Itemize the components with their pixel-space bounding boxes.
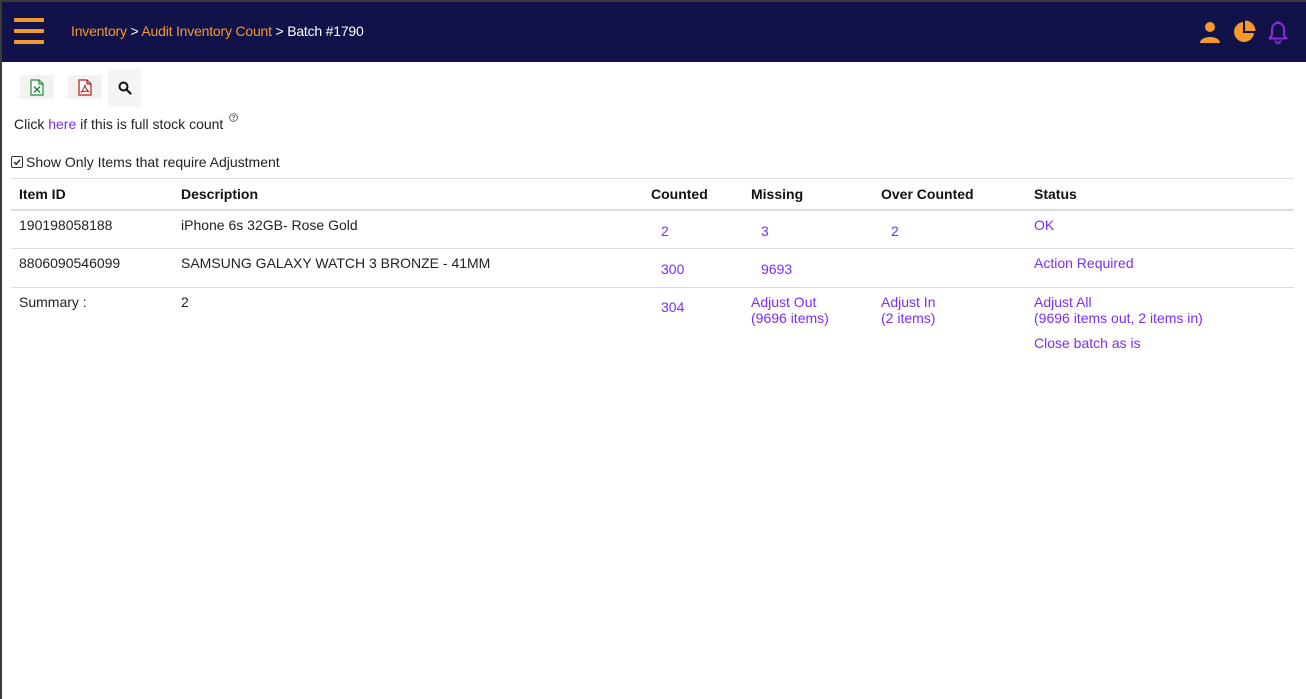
- counted-link[interactable]: 2: [651, 223, 669, 239]
- status-link[interactable]: OK: [1034, 217, 1054, 233]
- missing-link[interactable]: 3: [751, 223, 769, 239]
- column-header-over-counted[interactable]: Over Counted: [873, 178, 1026, 211]
- column-header-missing[interactable]: Missing: [743, 178, 873, 211]
- table-row: 190198058188 iPhone 6s 32GB- Rose Gold 2…: [11, 209, 1294, 249]
- adjust-out-cell: Adjust Out (9696 items): [743, 288, 873, 358]
- over-counted-cell: [873, 248, 1026, 288]
- item-id-cell: 8806090546099: [11, 248, 173, 288]
- full-stock-count-hint: Click here if this is full stock count: [14, 113, 239, 132]
- adjust-in-link[interactable]: Adjust In: [881, 294, 1018, 310]
- question-mark-icon[interactable]: [229, 113, 239, 122]
- breadcrumb-separator: >: [126, 23, 142, 39]
- adjustment-filter-checkbox[interactable]: [11, 156, 23, 168]
- full-stock-count-link[interactable]: here: [48, 116, 76, 132]
- item-id-cell: 190198058188: [11, 209, 173, 249]
- counted-cell: 2: [643, 209, 743, 249]
- summary-count: 2: [181, 294, 189, 310]
- checkmark-icon: [13, 159, 21, 166]
- adjust-in-detail[interactable]: (2 items): [881, 310, 1018, 326]
- column-header-counted[interactable]: Counted: [643, 178, 743, 211]
- summary-label: Summary :: [19, 294, 87, 310]
- missing-cell: 9693: [743, 248, 873, 288]
- adjust-in-cell: Adjust In (2 items): [873, 288, 1026, 358]
- status-link[interactable]: Action Required: [1034, 255, 1134, 271]
- search-button[interactable]: [108, 69, 142, 107]
- description-cell: SAMSUNG GALAXY WATCH 3 BRONZE - 41MM: [173, 248, 643, 288]
- breadcrumb-inventory[interactable]: Inventory: [71, 23, 127, 39]
- over-counted-link[interactable]: 2: [881, 223, 899, 239]
- counted-cell: 300: [643, 248, 743, 288]
- adjust-all-link[interactable]: Adjust All: [1034, 294, 1286, 310]
- bell-icon[interactable]: [1266, 20, 1290, 44]
- export-toolbar: [20, 69, 142, 107]
- search-icon: [118, 81, 132, 95]
- audit-count-table: Item ID Description Counted Missing Over…: [11, 178, 1294, 357]
- user-icon[interactable]: [1198, 20, 1222, 44]
- hamburger-menu-icon[interactable]: [14, 18, 44, 44]
- export-pdf-button[interactable]: [68, 75, 102, 99]
- breadcrumb-separator: >: [271, 23, 288, 39]
- summary-row: Summary : 2 304 Adjust Out (9696 items) …: [11, 288, 1294, 358]
- breadcrumb-audit-inventory-count[interactable]: Audit Inventory Count: [141, 23, 272, 39]
- breadcrumb: Inventory > Audit Inventory Count > Batc…: [71, 23, 364, 39]
- column-header-description[interactable]: Description: [173, 178, 643, 211]
- column-header-status[interactable]: Status: [1026, 178, 1294, 211]
- summary-counted-cell: 304: [643, 288, 743, 358]
- table-row: 8806090546099 SAMSUNG GALAXY WATCH 3 BRO…: [11, 248, 1294, 288]
- hint-prefix: Click: [14, 116, 49, 132]
- pdf-export-icon: [78, 78, 92, 96]
- top-icons: [1198, 19, 1290, 45]
- adjustment-filter: Show Only Items that require Adjustment: [11, 154, 280, 170]
- adjustment-filter-label: Show Only Items that require Adjustment: [26, 154, 280, 170]
- window-frame-left: [0, 0, 2, 699]
- status-cell: Action Required: [1026, 248, 1294, 288]
- table-header-row: Item ID Description Counted Missing Over…: [11, 178, 1294, 211]
- missing-cell: 3: [743, 209, 873, 249]
- column-header-item-id[interactable]: Item ID: [11, 178, 173, 211]
- description-cell: iPhone 6s 32GB- Rose Gold: [173, 209, 643, 249]
- export-excel-button[interactable]: [20, 75, 54, 99]
- summary-counted-link[interactable]: 304: [651, 299, 684, 315]
- hint-suffix: if this is full stock count: [76, 116, 224, 132]
- pie-chart-icon[interactable]: [1232, 20, 1256, 44]
- adjust-out-link[interactable]: Adjust Out: [751, 294, 865, 310]
- missing-link[interactable]: 9693: [751, 261, 792, 277]
- excel-export-icon: [30, 78, 44, 96]
- counted-link[interactable]: 300: [651, 261, 684, 277]
- adjust-all-cell: Adjust All (9696 items out, 2 items in) …: [1026, 288, 1294, 358]
- top-navbar: Inventory > Audit Inventory Count > Batc…: [2, 2, 1306, 62]
- close-batch-link[interactable]: Close batch as is: [1034, 335, 1286, 351]
- adjust-out-detail[interactable]: (9696 items): [751, 310, 865, 326]
- status-cell: OK: [1026, 209, 1294, 249]
- over-counted-cell: 2: [873, 209, 1026, 249]
- breadcrumb-current: Batch #1790: [287, 23, 364, 39]
- adjust-all-detail[interactable]: (9696 items out, 2 items in): [1034, 310, 1286, 326]
